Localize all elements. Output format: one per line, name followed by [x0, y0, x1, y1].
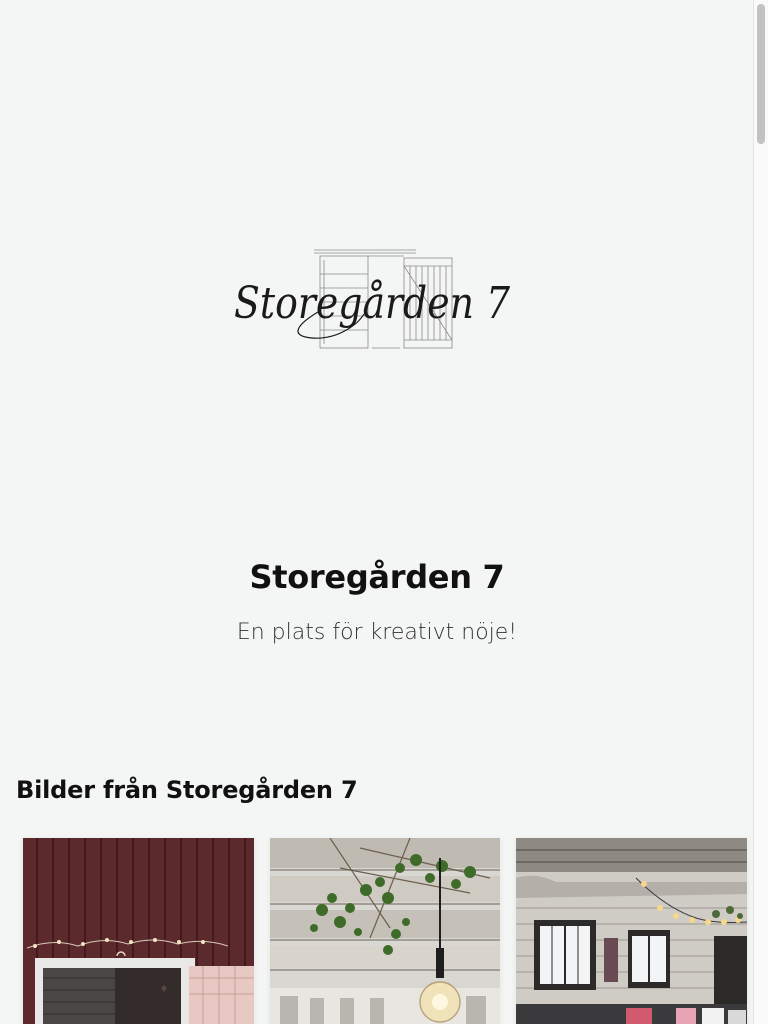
gallery-photo-ceiling-lamp[interactable] — [269, 838, 501, 1024]
site-logo[interactable]: Storegården 7 — [228, 244, 518, 354]
gallery-heading: Bilder från Storegården 7 — [16, 776, 358, 804]
ceiling-lamp-photo-icon — [269, 838, 501, 1024]
photo-gallery — [23, 838, 748, 1024]
hero-title: Storegården 7 — [249, 558, 505, 596]
page-scrollbar[interactable] — [753, 0, 768, 1024]
hero-subtitle: En plats för kreativt nöje! — [236, 620, 518, 645]
lounge-interior-photo-icon — [516, 838, 748, 1024]
gallery-photo-barn-door[interactable] — [23, 838, 254, 1024]
logo-illustration: Storegården 7 — [234, 249, 510, 349]
barn-door-photo-icon — [23, 838, 254, 1024]
logo-script-text: Storegården 7 — [234, 278, 510, 329]
gallery-photo-lounge-interior[interactable] — [516, 838, 748, 1024]
page: Storegården 7 Storegården 7 En plats för… — [0, 0, 754, 1024]
scrollbar-thumb[interactable] — [757, 4, 765, 144]
